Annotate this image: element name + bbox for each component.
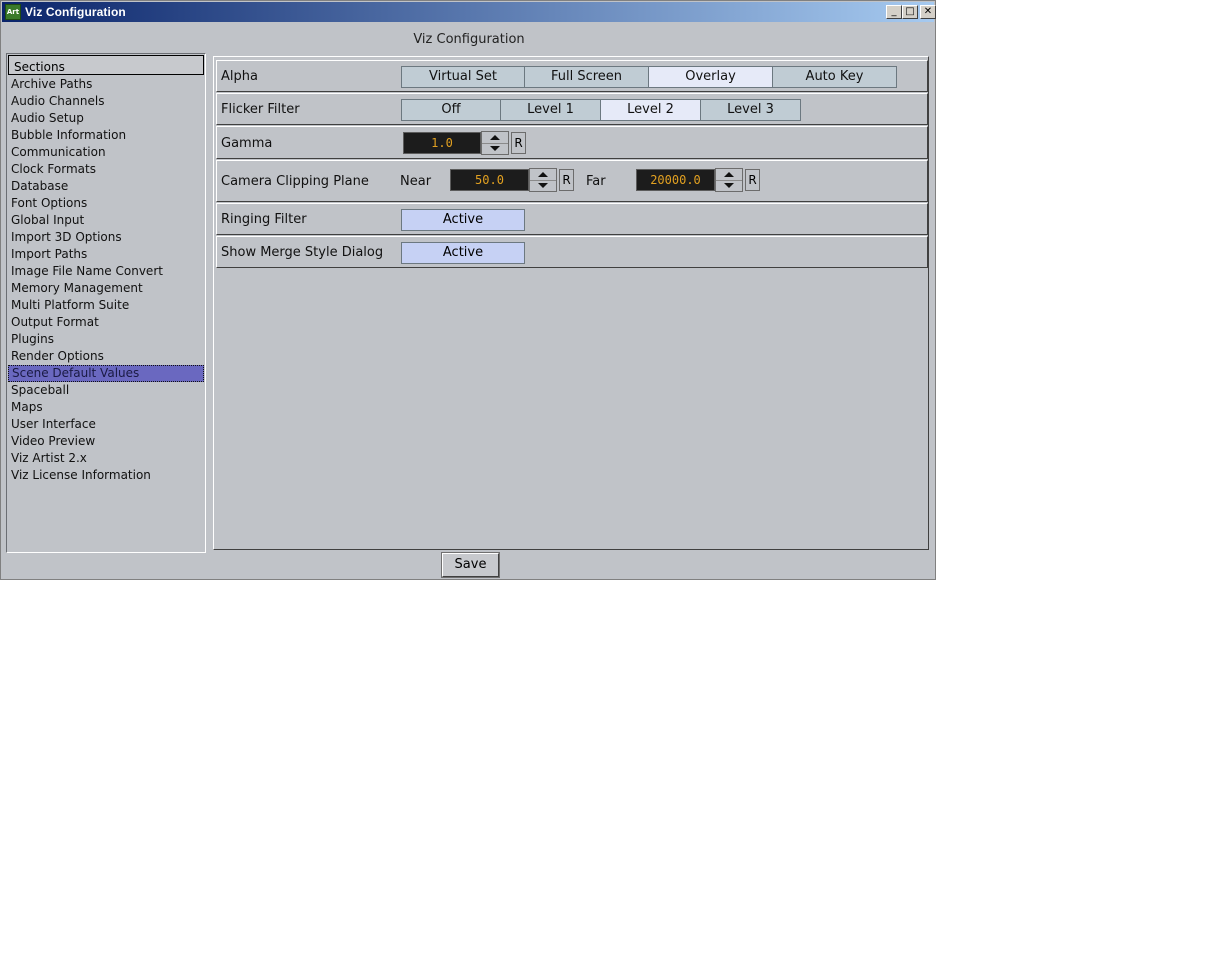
section-item[interactable]: Font Options xyxy=(8,195,204,212)
gamma-increment-button[interactable] xyxy=(482,132,508,143)
alpha-option[interactable]: Auto Key xyxy=(772,66,897,88)
far-decrement-button[interactable] xyxy=(716,180,742,192)
section-item[interactable]: Clock Formats xyxy=(8,161,204,178)
gamma-stepper[interactable] xyxy=(481,131,509,155)
section-item[interactable]: Video Preview xyxy=(8,433,204,450)
sections-header: Sections xyxy=(8,55,204,75)
arrow-up-icon xyxy=(724,172,734,177)
section-item[interactable]: Plugins xyxy=(8,331,204,348)
close-button[interactable]: ✕ xyxy=(920,5,936,19)
flicker-filter-option[interactable]: Off xyxy=(401,99,501,121)
section-item[interactable]: Spaceball xyxy=(8,382,204,399)
app-window: Art Viz Configuration _ □ ✕ Viz Configur… xyxy=(0,0,936,580)
flicker-filter-option[interactable]: Level 2 xyxy=(600,99,701,121)
gamma-row: Gamma 1.0 R xyxy=(216,126,928,159)
far-label: Far xyxy=(586,174,606,189)
sections-list-panel: Sections Archive Paths Audio Channels Audi… xyxy=(6,53,206,553)
camera-clipping-row: Camera Clipping Plane Near 50.0 R Far 20… xyxy=(216,160,928,202)
merge-style-dialog-row: Show Merge Style Dialog Active xyxy=(216,236,928,268)
arrow-up-icon xyxy=(538,172,548,177)
section-item[interactable]: Audio Setup xyxy=(8,110,204,127)
near-label: Near xyxy=(400,174,432,189)
near-increment-button[interactable] xyxy=(530,169,556,180)
window-title: Viz Configuration xyxy=(25,5,126,19)
section-item[interactable]: Render Options xyxy=(8,348,204,365)
ringing-filter-row: Ringing Filter Active xyxy=(216,203,928,235)
near-stepper[interactable] xyxy=(529,168,557,192)
far-stepper[interactable] xyxy=(715,168,743,192)
section-item[interactable]: Global Input xyxy=(8,212,204,229)
near-reset-button[interactable]: R xyxy=(559,169,574,191)
section-item[interactable]: Multi Platform Suite xyxy=(8,297,204,314)
section-item[interactable]: Viz Artist 2.x xyxy=(8,450,204,467)
sections-list: Archive Paths Audio Channels Audio Setup Bu… xyxy=(8,76,204,484)
ringing-filter-toggle[interactable]: Active xyxy=(401,209,525,231)
section-item[interactable]: Audio Channels xyxy=(8,93,204,110)
arrow-down-icon xyxy=(490,146,500,151)
section-item[interactable]: Memory Management xyxy=(8,280,204,297)
section-item[interactable]: Scene Default Values xyxy=(8,365,204,382)
section-item[interactable]: Image File Name Convert xyxy=(8,263,204,280)
section-item[interactable]: Import Paths xyxy=(8,246,204,263)
alpha-option[interactable]: Full Screen xyxy=(524,66,649,88)
app-icon: Art xyxy=(5,4,21,20)
merge-style-dialog-label: Show Merge Style Dialog xyxy=(221,245,384,260)
section-item[interactable]: Archive Paths xyxy=(8,76,204,93)
section-item[interactable]: Import 3D Options xyxy=(8,229,204,246)
alpha-option[interactable]: Virtual Set xyxy=(401,66,525,88)
section-item[interactable]: Viz License Information xyxy=(8,467,204,484)
section-item[interactable]: Output Format xyxy=(8,314,204,331)
far-reset-button[interactable]: R xyxy=(745,169,760,191)
merge-style-dialog-toggle[interactable]: Active xyxy=(401,242,525,264)
camera-clipping-label: Camera Clipping Plane xyxy=(221,174,369,189)
section-item[interactable]: Communication xyxy=(8,144,204,161)
near-decrement-button[interactable] xyxy=(530,180,556,192)
page-title: Viz Configuration xyxy=(413,32,525,47)
flicker-filter-label: Flicker Filter xyxy=(221,102,300,117)
gamma-value-field[interactable]: 1.0 xyxy=(403,132,481,154)
alpha-row: Alpha Virtual Set Full Screen Overlay Auto … xyxy=(216,60,928,92)
gamma-reset-button[interactable]: R xyxy=(511,132,526,154)
far-increment-button[interactable] xyxy=(716,169,742,180)
section-item[interactable]: Maps xyxy=(8,399,204,416)
section-item[interactable]: Bubble Information xyxy=(8,127,204,144)
minimize-button[interactable]: _ xyxy=(886,5,902,19)
settings-panel: Alpha Virtual Set Full Screen Overlay Auto … xyxy=(213,56,929,550)
alpha-label: Alpha xyxy=(221,69,258,84)
section-item[interactable]: User Interface xyxy=(8,416,204,433)
ringing-filter-label: Ringing Filter xyxy=(221,212,307,227)
maximize-button[interactable]: □ xyxy=(902,5,918,19)
title-bar[interactable]: Art Viz Configuration _ □ ✕ xyxy=(2,2,936,22)
gamma-label: Gamma xyxy=(221,136,273,151)
save-button[interactable]: Save xyxy=(441,552,500,578)
alpha-option[interactable]: Overlay xyxy=(648,66,773,88)
arrow-down-icon xyxy=(538,183,548,188)
arrow-down-icon xyxy=(724,183,734,188)
flicker-filter-option[interactable]: Level 1 xyxy=(500,99,601,121)
near-value-field[interactable]: 50.0 xyxy=(450,169,529,191)
flicker-filter-option[interactable]: Level 3 xyxy=(700,99,801,121)
gamma-decrement-button[interactable] xyxy=(482,143,508,155)
arrow-up-icon xyxy=(490,135,500,140)
far-value-field[interactable]: 20000.0 xyxy=(636,169,715,191)
flicker-filter-row: Flicker Filter Off Level 1 Level 2 Level 3 xyxy=(216,93,928,125)
section-item[interactable]: Database xyxy=(8,178,204,195)
